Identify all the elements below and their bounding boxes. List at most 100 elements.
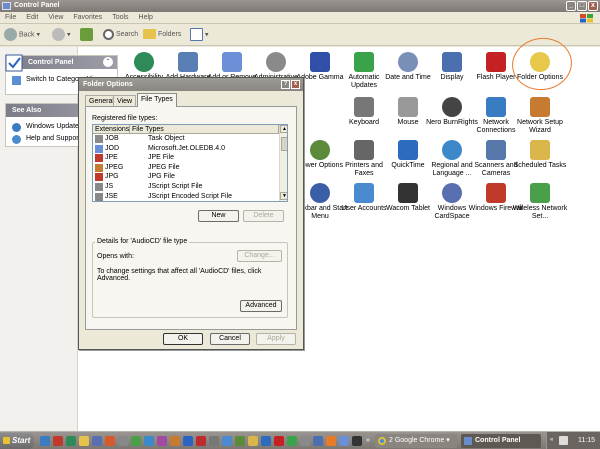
list-scrollbar[interactable]: ▲ ▼	[279, 125, 287, 201]
adobe-gamma-icon	[310, 52, 330, 72]
change-button[interactable]: Change...	[237, 250, 282, 262]
file-type-icon	[95, 192, 103, 201]
dialog-help-button[interactable]: ?	[281, 80, 290, 89]
quicklaunch-app12-icon[interactable]	[196, 436, 206, 446]
cp-item-label: QuickTime	[391, 162, 425, 169]
scroll-down-arrow-icon[interactable]: ▼	[280, 192, 287, 200]
quicklaunch-app22-icon[interactable]	[326, 436, 336, 446]
ok-button[interactable]: OK	[163, 333, 203, 345]
delete-button[interactable]: Delete	[243, 210, 284, 222]
folder-icon	[143, 29, 156, 40]
forward-button[interactable]: ▾	[52, 28, 70, 42]
tab-file-types[interactable]: File Types	[137, 93, 177, 107]
list-item[interactable]: JPEG JPEG File	[93, 163, 287, 173]
details-title: Details for 'AudioCD' file type	[95, 238, 190, 245]
network-setup-wizard-icon	[530, 97, 550, 117]
list-item[interactable]: JOB Task Object	[93, 134, 287, 144]
list-item[interactable]: JS JScript Script File	[93, 182, 287, 192]
quicklaunch-app16-icon[interactable]	[248, 436, 258, 446]
collapse-chevron-icon[interactable]: ⌃	[103, 57, 113, 67]
list-item-extension: JPEG	[105, 163, 124, 171]
maximize-button[interactable]: □	[577, 1, 587, 11]
scroll-up-arrow-icon[interactable]: ▲	[280, 125, 287, 133]
column-extensions[interactable]: Extensions	[93, 125, 130, 134]
back-button[interactable]: Back ▾	[4, 28, 40, 42]
quicklaunch-app14-icon[interactable]	[222, 436, 232, 446]
task-chrome-label: 2 Google Chrome	[389, 437, 445, 444]
quicklaunch-app13-icon[interactable]	[209, 436, 219, 446]
quicklaunch-ie-icon[interactable]	[40, 436, 50, 446]
list-item-file-type: Microsoft.Jet.OLEDB.4.0	[148, 144, 226, 152]
quicklaunch-app4-icon[interactable]	[92, 436, 102, 446]
cp-item-network-setup-wizard[interactable]: Network Setup Wizard	[512, 97, 568, 135]
task-box-title: Control Panel	[28, 59, 74, 66]
column-file-types[interactable]: File Types	[130, 125, 279, 134]
quicklaunch-app6-icon[interactable]	[118, 436, 128, 446]
scroll-thumb[interactable]	[281, 137, 287, 151]
volume-icon[interactable]	[559, 436, 568, 445]
quicklaunch-app21-icon[interactable]	[313, 436, 323, 446]
minimize-button[interactable]: _	[566, 1, 576, 11]
menu-favorites[interactable]: Favorites	[68, 12, 107, 24]
task-control-panel[interactable]: Control Panel	[461, 434, 541, 448]
cp-item-wireless-network-setup[interactable]: Wireless Network Set...	[512, 183, 568, 221]
quicklaunch-app11-icon[interactable]	[183, 436, 193, 446]
menu-help[interactable]: Help	[134, 12, 158, 24]
new-button[interactable]: New	[198, 210, 239, 222]
tray-expand-icon[interactable]: «	[550, 437, 553, 443]
list-item-file-type: JScript Script File	[148, 182, 203, 190]
quicklaunch-app3-icon[interactable]	[79, 436, 89, 446]
date-time-icon	[398, 52, 418, 72]
cp-item-scheduled-tasks[interactable]: Scheduled Tasks	[512, 140, 568, 170]
task-google-chrome[interactable]: 2 Google Chrome ▾	[375, 434, 457, 448]
quicklaunch-app1-icon[interactable]	[53, 436, 63, 446]
views-button[interactable]: ▾	[190, 28, 208, 42]
up-folder-button[interactable]	[80, 28, 93, 42]
menu-edit[interactable]: Edit	[21, 12, 43, 24]
start-label: Start	[12, 436, 31, 445]
keyboard-icon	[354, 97, 374, 117]
clock[interactable]: 11:15	[578, 436, 595, 446]
quicklaunch-app7-icon[interactable]	[131, 436, 141, 446]
menu-file[interactable]: File	[0, 12, 21, 24]
list-item-file-type: JPEG File	[148, 163, 180, 171]
see-also-title: See Also	[12, 107, 42, 114]
cp-item-label: Network Connections	[476, 119, 516, 134]
list-item[interactable]: JOD Microsoft.Jet.OLEDB.4.0	[93, 144, 287, 154]
advanced-button[interactable]: Advanced	[240, 300, 282, 312]
start-button[interactable]: Start	[0, 433, 34, 449]
file-type-icon	[95, 154, 103, 163]
task-control-panel-icon	[464, 437, 472, 445]
quicklaunch-app24-icon[interactable]	[352, 436, 362, 446]
search-button[interactable]: Search	[103, 28, 138, 42]
quicklaunch-app9-icon[interactable]	[157, 436, 167, 446]
list-item[interactable]: JPE JPE File	[93, 153, 287, 163]
taskbar-start-menu-icon	[310, 183, 330, 203]
quicklaunch-app10-icon[interactable]	[170, 436, 180, 446]
quicklaunch-app23-icon[interactable]	[339, 436, 349, 446]
list-item-extension: JPE	[105, 154, 118, 162]
quicklaunch-app17-icon[interactable]	[261, 436, 271, 446]
file-types-list[interactable]: Extensions File Types JOB Task Object JOD M…	[92, 124, 288, 202]
menu-view[interactable]: View	[43, 12, 68, 24]
scanners-cameras-icon	[486, 140, 506, 160]
folders-button[interactable]: Folders	[143, 28, 181, 42]
quicklaunch-app15-icon[interactable]	[235, 436, 245, 446]
list-item[interactable]: JPG JPG File	[93, 172, 287, 182]
quicklaunch-app5-icon[interactable]	[105, 436, 115, 446]
dialog-close-button[interactable]: x	[291, 80, 300, 89]
dialog-title: Folder Options	[83, 81, 133, 88]
taskbar: Start » 2 Google Chrome ▾ Control Panel …	[0, 431, 600, 449]
quicklaunch-app19-icon[interactable]	[287, 436, 297, 446]
quicklaunch-overflow-icon[interactable]: »	[366, 437, 370, 444]
cancel-button[interactable]: Cancel	[210, 333, 250, 345]
close-button[interactable]: x	[588, 1, 598, 11]
list-header: Extensions File Types	[93, 125, 287, 134]
list-item[interactable]: JSE JScript Encoded Script File	[93, 192, 287, 201]
apply-button[interactable]: Apply	[256, 333, 296, 345]
quicklaunch-app8-icon[interactable]	[144, 436, 154, 446]
quicklaunch-app18-icon[interactable]	[274, 436, 284, 446]
quicklaunch-app2-icon[interactable]	[66, 436, 76, 446]
menu-tools[interactable]: Tools	[107, 12, 133, 24]
quicklaunch-app20-icon[interactable]	[300, 436, 310, 446]
